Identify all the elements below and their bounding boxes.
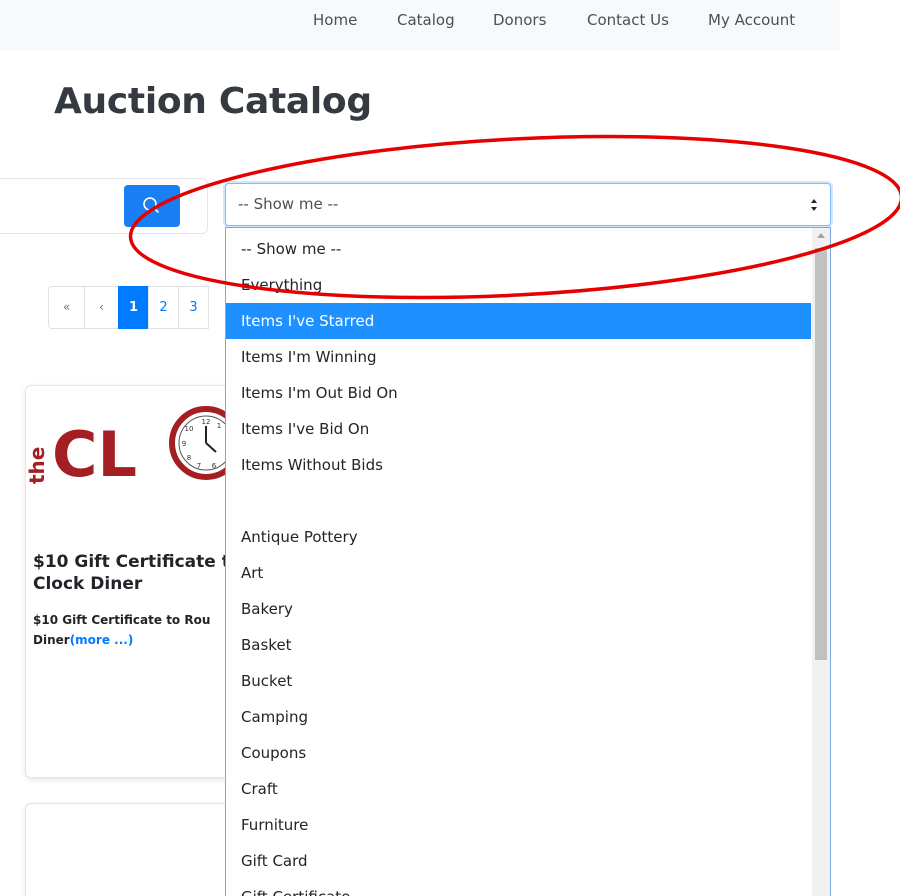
select-caret-icon (811, 199, 817, 211)
dropdown-option-camping[interactable]: Camping (226, 699, 811, 735)
dropdown-option-gift-certificate[interactable]: Gift Certificate (226, 879, 811, 896)
dropdown-option-craft[interactable]: Craft (226, 771, 811, 807)
svg-text:1: 1 (217, 422, 221, 430)
pagination-prev[interactable]: ‹ (84, 286, 119, 329)
top-navbar: Home Catalog Donors Contact Us My Accoun… (0, 0, 840, 51)
filter-dropdown-list: -- Show me -- Everything Items I've Starre… (225, 227, 831, 896)
nav-catalog-link[interactable]: Catalog (397, 11, 455, 29)
item-description-line-2: Diner (33, 633, 70, 647)
svg-text:12: 12 (202, 418, 211, 426)
dropdown-option-items-i-ve-bid-on[interactable]: Items I've Bid On (226, 411, 811, 447)
item-title[interactable]: $10 Gift Certificate t Clock Diner (33, 551, 239, 595)
pagination-page-3[interactable]: 3 (178, 286, 209, 329)
svg-text:CL: CL (52, 418, 137, 491)
svg-text:8: 8 (187, 454, 191, 462)
dropdown-option-bakery[interactable]: Bakery (226, 591, 811, 627)
page-title: Auction Catalog (54, 81, 372, 122)
dropdown-option-items-i-m-winning[interactable]: Items I'm Winning (226, 339, 811, 375)
search-input[interactable] (0, 187, 122, 227)
dropdown-option-items-i-ve-starred[interactable]: Items I've Starred (226, 303, 811, 339)
svg-text:7: 7 (197, 462, 201, 470)
scrollbar-thumb[interactable] (815, 248, 827, 660)
dropdown-option-items-i-m-out-bid-on[interactable]: Items I'm Out Bid On (226, 375, 811, 411)
svg-text:10: 10 (185, 425, 194, 433)
nav-contact-us-link[interactable]: Contact Us (587, 11, 669, 29)
item-description-line-1: $10 Gift Certificate to Rou (33, 613, 211, 627)
nav-my-account-link[interactable]: My Account (708, 11, 795, 29)
dropdown-option-antique-pottery[interactable]: Antique Pottery (226, 519, 811, 555)
item-title-line-1: $10 Gift Certificate t (33, 552, 230, 572)
dropdown-option-basket[interactable]: Basket (226, 627, 811, 663)
item-title-line-2: Clock Diner (33, 574, 143, 594)
filter-select-value: -- Show me -- (238, 195, 339, 213)
pagination-page-1[interactable]: 1 (118, 286, 149, 329)
dropdown-scrollbar[interactable] (812, 228, 830, 896)
search-button[interactable] (124, 185, 180, 227)
pagination-page-2[interactable]: 2 (148, 286, 179, 329)
svg-text:9: 9 (182, 440, 186, 448)
item-card[interactable]: the CL 12 10 9 8 7 6 1 $10 Gift Certific… (25, 385, 240, 778)
dropdown-option-bucket[interactable]: Bucket (226, 663, 811, 699)
scroll-up-arrow-icon[interactable] (817, 232, 825, 240)
dropdown-option-furniture[interactable]: Furniture (226, 807, 811, 843)
dropdown-option-blank (226, 483, 811, 519)
item-card-2[interactable] (25, 803, 240, 896)
filter-select[interactable]: -- Show me -- (225, 183, 831, 226)
nav-home-link[interactable]: Home (313, 11, 357, 29)
nav-donors-link[interactable]: Donors (493, 11, 546, 29)
dropdown-option-coupons[interactable]: Coupons (226, 735, 811, 771)
svg-text:6: 6 (212, 462, 217, 470)
pagination-first[interactable]: « (48, 286, 85, 329)
item-description: $10 Gift Certificate to Rou Diner(more .… (33, 610, 239, 650)
dropdown-option-gift-card[interactable]: Gift Card (226, 843, 811, 879)
dropdown-option-art[interactable]: Art (226, 555, 811, 591)
dropdown-option-items-without-bids[interactable]: Items Without Bids (226, 447, 811, 483)
more-link[interactable]: (more ...) (70, 633, 134, 647)
dropdown-option-show-me[interactable]: -- Show me -- (226, 231, 811, 267)
search-icon (143, 197, 159, 213)
svg-text:the: the (26, 447, 49, 484)
diner-logo: the CL 12 10 9 8 7 6 1 (26, 406, 239, 491)
dropdown-option-everything[interactable]: Everything (226, 267, 811, 303)
